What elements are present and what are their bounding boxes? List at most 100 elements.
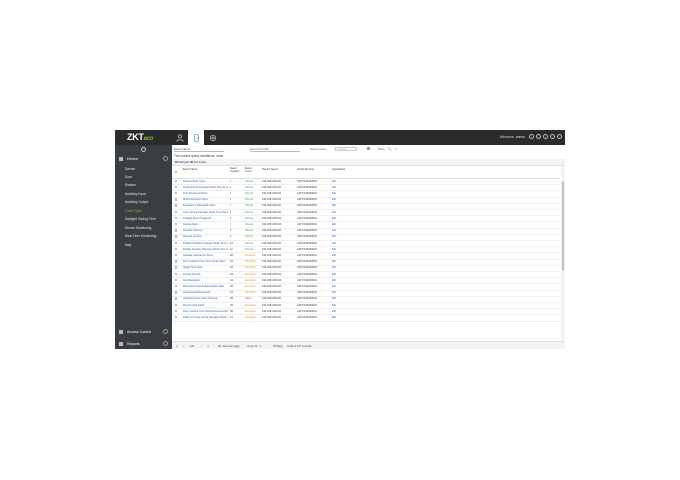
home-icon[interactable] [529,134,534,139]
sidebar-section-access-control[interactable]: Access Control [115,326,172,337]
select-all-checkbox[interactable] [175,170,178,173]
edit-link[interactable]: Edit [332,229,336,232]
row-checkbox[interactable] [175,315,178,319]
more-link[interactable]: More [378,147,385,151]
calendar-icon[interactable] [367,147,370,150]
row-checkbox[interactable] [175,216,178,220]
first-page-icon[interactable]: |‹ [176,344,178,348]
event-name-cell[interactable]: Access Denied [183,273,228,276]
event-name-cell[interactable]: Linkage Event Triggered [183,217,228,220]
row-checkbox[interactable] [175,229,178,232]
event-name-cell[interactable]: Multi-Personnel Authentication Wait [183,285,228,288]
system-module-icon[interactable] [205,130,221,145]
edit-link[interactable]: Edit [332,279,336,282]
sidebar-item-device-monitoring[interactable]: Device Monitoring [125,226,151,230]
sidebar-item-event-type[interactable]: Event Type [125,209,141,213]
refresh-button[interactable]: Refresh [175,160,189,164]
edit-link[interactable]: Edit [332,285,336,288]
event-name-cell[interactable]: Unregistered Personnel [183,291,228,294]
last-page-icon[interactable]: ›| [207,344,209,348]
edit-link[interactable]: Edit [332,223,336,226]
clear-icon[interactable]: ↻ [395,147,398,151]
event-name-cell[interactable]: First-Personnel Open [183,192,228,195]
sidebar-item-real-time-monitoring[interactable]: Real-Time Monitoring [125,234,156,238]
event-name-cell[interactable]: Operate Interval too Short [183,254,228,257]
event-name-cell[interactable]: Remote Closing [183,235,228,238]
col-device-name[interactable]: Device Name [262,168,278,171]
event-level-select[interactable]: Choose [335,146,357,151]
logout-icon[interactable] [557,134,562,139]
personnel-module-icon[interactable] [172,130,188,145]
row-checkbox[interactable] [175,210,178,213]
access-module-icon[interactable] [188,130,204,145]
info-icon[interactable] [543,134,548,139]
edit-link[interactable]: Edit [332,310,336,313]
sidebar-item-device[interactable]: Device [125,167,135,171]
event-name-cell[interactable]: Cancel Alarm [183,223,228,226]
event-number-input[interactable] [250,151,300,152]
edit-link[interactable]: Edit [332,260,336,263]
row-checkbox[interactable] [175,253,178,257]
set-audio-button[interactable]: Set Audio [190,160,206,164]
sidebar-collapse-icon[interactable] [141,147,146,152]
row-checkbox[interactable] [175,198,178,201]
sidebar-item-reader[interactable]: Reader [125,183,136,187]
sidebar-section-device[interactable]: Device [115,153,172,164]
row-checkbox[interactable] [175,297,178,300]
row-checkbox[interactable] [175,247,178,251]
event-name-cell[interactable]: Normal Verify Open [183,180,228,183]
event-name-cell[interactable]: Illegal Time Zone [183,266,228,269]
event-name-cell[interactable]: Failed to Close during Passage Mode Time… [183,316,228,319]
row-checkbox[interactable] [175,303,178,306]
edit-link[interactable]: Edit [332,186,336,189]
jump-to-input[interactable]: 1 [260,344,262,348]
event-name-cell[interactable]: Emergency Password Open [183,204,228,207]
edit-link[interactable]: Edit [332,180,336,183]
edit-link[interactable]: Edit [332,304,336,307]
row-checkbox[interactable] [175,185,178,189]
edit-link[interactable]: Edit [332,204,336,207]
event-name-cell[interactable]: Enable Intraday Passage Mode Time Zone [183,248,228,251]
event-name-cell[interactable]: Unlocked Open Door Timeout [183,297,228,300]
event-name-cell[interactable]: Personnel Expired [183,304,228,307]
row-checkbox[interactable] [175,235,178,238]
edit-link[interactable]: Edit [332,273,336,276]
row-checkbox[interactable] [175,222,178,226]
event-name-cell[interactable]: Verify During Passage Mode Time Zone [183,186,228,189]
event-name-cell[interactable]: Open during Passage Mode Time Zone [183,211,228,214]
vertical-scrollbar[interactable] [561,166,565,341]
row-checkbox[interactable] [175,179,178,182]
event-name-cell[interactable]: Remote Opening [183,229,228,232]
help-icon[interactable] [550,134,555,139]
event-name-cell[interactable]: Door Inactive Time Zone(Press Exit Butto… [183,310,228,313]
row-checkbox[interactable] [175,266,178,269]
event-name-cell[interactable]: Door Inactive Time Zone Verify Open [183,260,228,263]
edit-link[interactable]: Edit [332,198,336,201]
row-checkbox[interactable] [175,278,178,282]
row-checkbox[interactable] [175,291,178,294]
edit-link[interactable]: Edit [332,291,336,294]
scrollbar-thumb[interactable] [561,181,565,271]
edit-link[interactable]: Edit [332,297,336,300]
row-checkbox[interactable] [175,284,178,288]
row-checkbox[interactable] [175,204,178,207]
search-icon[interactable]: 🔍︎ [388,147,392,151]
rows-per-page-select[interactable]: 50 rows per page [218,344,240,348]
sidebar-item-daylight-saving-time[interactable]: Daylight Saving Time [125,217,156,221]
row-checkbox[interactable] [175,272,178,275]
event-name-cell[interactable]: Anti-Passback [183,279,228,282]
col-event-name[interactable]: Event Name [183,168,198,171]
settings-icon[interactable] [536,134,541,139]
sidebar-section-reports[interactable]: Reports [115,338,172,349]
edit-link[interactable]: Edit [332,235,336,238]
col-event-level[interactable]: Event Level [245,167,254,173]
prev-page-icon[interactable]: ‹ [183,344,184,348]
edit-link[interactable]: Edit [332,266,336,269]
row-checkbox[interactable] [175,191,178,195]
sidebar-item-auxiliary-output[interactable]: Auxiliary Output [125,200,148,204]
sidebar-item-door[interactable]: Door [125,175,132,179]
event-name-cell[interactable]: Disable Intraday Passage Mode Time Zone [183,242,228,245]
col-event-number[interactable]: Event Number [230,167,240,173]
event-name-input[interactable] [174,151,224,152]
edit-link[interactable]: Edit [332,316,336,319]
